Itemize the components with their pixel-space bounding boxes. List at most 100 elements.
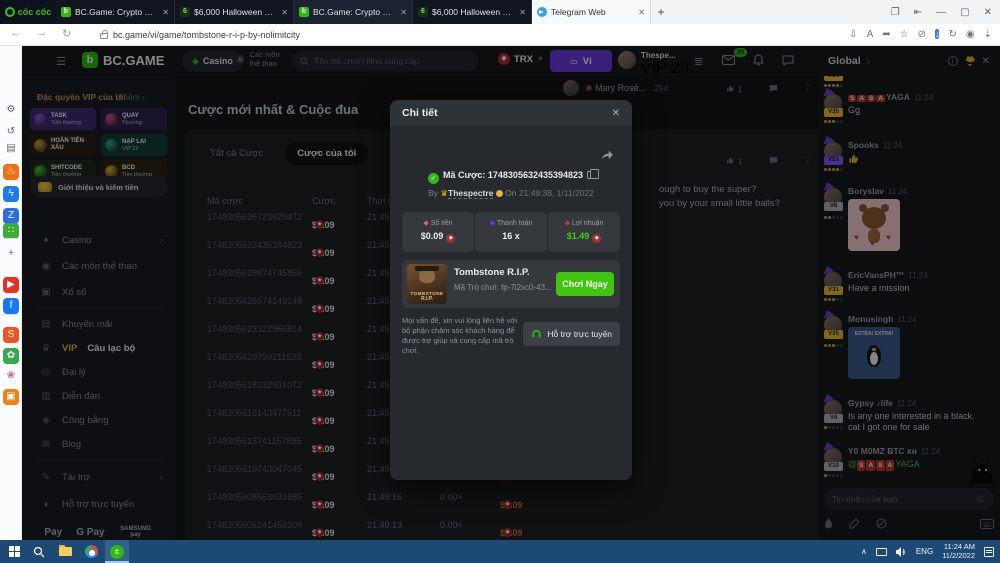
network-icon[interactable]: [876, 548, 887, 556]
play-now-button[interactable]: Chơi Ngay: [556, 272, 614, 296]
stat-icon: ◆: [490, 220, 495, 227]
game-id-row: Mã Trò chơi: fp-7i2xc0-43...: [454, 283, 563, 292]
forward-button[interactable]: →: [36, 27, 47, 39]
bet-id-value: 1748305632435394823: [488, 170, 583, 180]
downloads-icon[interactable]: ⇣: [984, 29, 992, 40]
zalo-icon[interactable]: Z: [3, 208, 19, 224]
download-button[interactable]: ↓: [935, 27, 940, 42]
chrome-icon: [85, 545, 98, 558]
support-note: Mọi vấn đề, xin vui lòng liên hệ với bộ …: [402, 316, 524, 356]
games-icon[interactable]: ∷: [3, 223, 19, 239]
new-tab-button[interactable]: +: [653, 4, 669, 20]
facebook-icon[interactable]: f: [3, 298, 19, 314]
stat-box: ◆ Thanh toán16 x: [475, 212, 547, 252]
messenger-icon[interactable]: ϟ: [3, 186, 19, 202]
add-icon[interactable]: +: [3, 246, 19, 262]
chrome-button[interactable]: [79, 540, 103, 563]
windows-icon: [9, 546, 20, 557]
back-button[interactable]: ←: [10, 27, 21, 39]
maximize-button[interactable]: ▢: [960, 7, 969, 18]
browser-address-bar: ← → ↻ bc.game/vi/game/tombstone-r-i-p-by…: [0, 24, 1000, 46]
shop-icon[interactable]: S: [3, 327, 19, 343]
close-button[interactable]: ✕: [984, 7, 992, 18]
gift-icon[interactable]: ✿: [3, 348, 19, 364]
close-tab-icon[interactable]: ✕: [519, 8, 526, 17]
halloween-favicon: 6: [418, 7, 428, 17]
modal-close-button[interactable]: ✕: [612, 108, 620, 119]
browser-tab[interactable]: bBC.Game: Crypto Casino Gan✕: [56, 0, 175, 24]
profile-icon[interactable]: ◉: [966, 29, 975, 40]
stat-icon: ◆: [565, 220, 570, 227]
bcgame-favicon: b: [61, 7, 71, 17]
share-icon[interactable]: ➦: [882, 29, 890, 40]
action-center-icon[interactable]: [984, 547, 994, 557]
live-support-button[interactable]: Hỗ trợ trực tuyến: [523, 322, 620, 346]
pip-icon[interactable]: ❐: [891, 7, 900, 18]
bet-detail-modal: Chi tiết ✕ ✓Mã Cược: 1748305632435394823…: [390, 100, 632, 480]
copy-icon[interactable]: [587, 171, 594, 179]
game-thumbnail[interactable]: TOMBSTONE R.I.P.: [407, 264, 447, 304]
settings-icon[interactable]: ⚙: [3, 102, 19, 118]
translate-icon[interactable]: A: [867, 29, 874, 40]
sync-icon[interactable]: ↻: [948, 29, 956, 40]
language-indicator[interactable]: ENG: [916, 547, 933, 556]
youtube-icon[interactable]: ▶: [3, 277, 19, 293]
url-bar[interactable]: bc.game/vi/game/tombstone-r-i-p-by-nolim…: [100, 27, 700, 43]
browser-tab[interactable]: Telegram Web✕: [532, 0, 651, 24]
tray-expand-icon[interactable]: ∧: [861, 547, 867, 556]
close-tab-icon[interactable]: ✕: [162, 8, 169, 17]
game-id-value: fp-7i2xc0-43...: [501, 283, 552, 292]
cart-icon[interactable]: ▣: [3, 389, 19, 405]
file-explorer-button[interactable]: [53, 540, 77, 563]
save-icon[interactable]: ⇩: [849, 29, 857, 40]
window-controls: ❐ ⇤ — ▢ ✕: [891, 0, 998, 24]
windows-taskbar: c ∧ ENG 11:24 AM11/2/2022: [0, 540, 1000, 563]
send-tab-icon[interactable]: ⇤: [914, 7, 922, 18]
verified-check-icon: ✓: [428, 173, 439, 184]
coccoc-taskbar-button[interactable]: c: [105, 540, 129, 563]
coin-badge-icon: [496, 190, 503, 197]
volume-icon[interactable]: [896, 547, 907, 557]
game-card: TOMBSTONE R.I.P. Tombstone R.I.P. Mã Trò…: [402, 260, 620, 308]
bet-by-row: By ♛Thespectre On 21:49:38, 1/11/2022: [390, 188, 632, 199]
modal-title: Chi tiết: [402, 107, 612, 119]
browser-tab[interactable]: 6$6,000 Halloween Slot Battle✕: [413, 0, 532, 24]
hot-deals-icon[interactable]: ♨: [3, 164, 19, 180]
system-tray: ∧ ENG 11:24 AM11/2/2022: [861, 540, 1000, 563]
reload-button[interactable]: ↻: [62, 27, 71, 40]
coccoc-icon: [5, 7, 15, 17]
browser-side-rail: ⚙↺▤♨ϟZ∷+▶fS✿❀▣△⋯: [0, 46, 22, 540]
coccoc-icon: c: [110, 545, 124, 559]
tab-strip: bBC.Game: Crypto Casino Gan✕6$6,000 Hall…: [56, 0, 651, 24]
reading-list-icon[interactable]: ▤: [3, 141, 19, 157]
stat-icon: ◆: [423, 220, 428, 227]
bet-id-row: ✓Mã Cược: 1748305632435394823: [390, 170, 632, 184]
modal-header: Chi tiết ✕: [390, 100, 632, 126]
close-tab-icon[interactable]: ✕: [281, 8, 288, 17]
close-tab-icon[interactable]: ✕: [400, 8, 407, 17]
flower-icon[interactable]: ❀: [3, 368, 19, 384]
bet-datetime: 21:49:38, 1/11/2022: [519, 188, 594, 198]
bcgame-favicon: b: [299, 7, 309, 17]
share-icon[interactable]: [600, 148, 614, 160]
extension-icons: ⇩ A ➦ ☆ ⊘ ↓ ↻ ◉ ⇣: [849, 27, 992, 42]
taskbar-search[interactable]: [27, 540, 51, 563]
telegram-favicon: [537, 7, 547, 17]
browser-tab[interactable]: bBC.Game: Crypto Casino Gan✕: [294, 0, 413, 24]
folder-icon: [59, 547, 72, 556]
adblock-icon[interactable]: ⊘: [918, 29, 926, 40]
history-icon[interactable]: ↺: [3, 124, 19, 140]
game-title: Tombstone R.I.P.: [454, 267, 530, 278]
taskbar-clock[interactable]: 11:24 AM11/2/2022: [942, 543, 975, 560]
bookmark-star-icon[interactable]: ☆: [900, 29, 909, 40]
headset-icon: [531, 329, 542, 339]
player-name[interactable]: Thespectre: [448, 188, 493, 199]
close-tab-icon[interactable]: ✕: [638, 8, 645, 17]
coccoc-logo[interactable]: cốc cốc: [0, 0, 56, 24]
lock-icon: [100, 33, 108, 39]
start-button[interactable]: [2, 540, 26, 563]
search-icon: [33, 546, 45, 558]
minimize-button[interactable]: —: [936, 7, 946, 18]
browser-tab[interactable]: 6$6,000 Halloween Slot Battle✕: [175, 0, 294, 24]
url-text: bc.game/vi/game/tombstone-r-i-p-by-nolim…: [113, 30, 300, 40]
